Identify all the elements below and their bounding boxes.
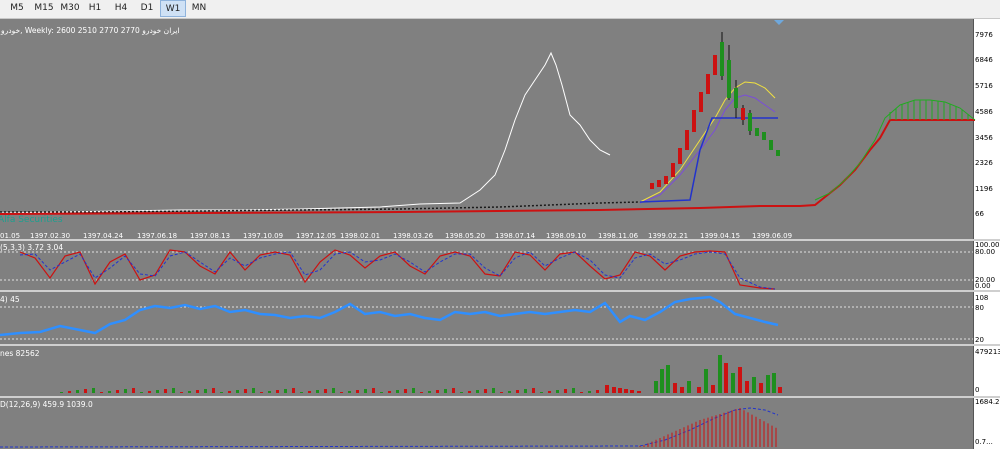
volume-bar <box>244 389 247 393</box>
volume-bar <box>212 388 215 393</box>
volume-bar <box>332 388 335 393</box>
volume-bar <box>612 387 616 393</box>
volume-bar <box>766 375 770 393</box>
bars-graphics <box>60 355 782 447</box>
volume-bar <box>100 392 103 393</box>
volume-bar <box>532 388 535 393</box>
volume-bar <box>172 388 175 393</box>
volume-bar <box>76 390 79 393</box>
volume-bar <box>580 392 583 393</box>
volume-bar <box>654 381 658 393</box>
volume-bar <box>340 392 343 393</box>
volume-bar <box>276 390 279 393</box>
volume-bar <box>300 392 303 393</box>
volume-bar <box>572 388 575 393</box>
volume-bar <box>745 381 749 393</box>
volume-bar <box>148 391 151 393</box>
volume-bar <box>540 392 543 393</box>
volume-bar <box>660 369 664 393</box>
volume-bar <box>60 392 63 393</box>
volume-bar <box>188 391 191 393</box>
volume-bar <box>738 367 742 393</box>
volume-bar <box>316 390 319 393</box>
volume-bar <box>204 389 207 393</box>
volume-bar <box>84 389 87 393</box>
volume-bar <box>220 392 223 393</box>
volume-bar <box>428 391 431 393</box>
volume-bar <box>268 391 271 393</box>
volume-bar <box>108 391 111 393</box>
volume-bar <box>292 388 295 393</box>
volume-bar <box>724 363 728 393</box>
volume-bar <box>156 390 159 393</box>
volume-bar <box>476 390 479 393</box>
volume-bar <box>252 388 255 393</box>
volume-bar <box>460 392 463 393</box>
volume-bar <box>420 392 423 393</box>
volume-bar <box>759 383 763 393</box>
volume-bar <box>444 389 447 393</box>
volume-bar <box>618 388 622 393</box>
volume-bar <box>164 389 167 393</box>
volume-bar <box>711 385 715 393</box>
volume-bar <box>132 388 135 393</box>
volume-bar <box>500 392 503 393</box>
volume-bar <box>492 388 495 393</box>
volume-bar <box>348 391 351 393</box>
volume-bar <box>364 389 367 393</box>
volume-bar <box>637 391 641 393</box>
volume-bar <box>673 383 677 393</box>
volume-bar <box>484 389 487 393</box>
volume-bar <box>124 389 127 393</box>
volume-bar <box>180 392 183 393</box>
volume-bar <box>260 392 263 393</box>
volume-bar <box>68 391 71 393</box>
volume-bar <box>666 365 670 393</box>
volume-bar <box>772 373 776 393</box>
volume-bar <box>508 391 511 393</box>
volume-bar <box>324 389 327 393</box>
volume-bar <box>412 388 415 393</box>
volume-bar <box>697 387 701 393</box>
volume-bar <box>196 390 199 393</box>
volume-bar <box>548 391 551 393</box>
volume-bar <box>372 388 375 393</box>
volume-bar <box>396 390 399 393</box>
volume-bar <box>452 388 455 393</box>
volume-bar <box>356 390 359 393</box>
volume-bar <box>778 387 782 393</box>
volume-bar <box>236 390 239 393</box>
volume-bar <box>436 390 439 393</box>
volume-bar <box>524 389 527 393</box>
volume-bar <box>731 373 735 393</box>
volume-bar <box>468 391 471 393</box>
volume-bar <box>596 390 599 393</box>
volume-bar <box>228 391 231 393</box>
volume-bar <box>380 392 383 393</box>
volume-bar <box>92 388 95 393</box>
volume-bar <box>116 390 119 393</box>
volume-bar <box>630 390 634 393</box>
volume-bar <box>687 381 691 393</box>
volume-bar <box>704 369 708 393</box>
volume-bar <box>564 389 567 393</box>
volume-bar <box>624 389 628 393</box>
volume-bar <box>556 390 559 393</box>
volume-bar <box>752 377 756 393</box>
volume-bar <box>308 391 311 393</box>
volume-bar <box>388 391 391 393</box>
volume-bar <box>605 385 609 393</box>
volume-bar <box>718 355 722 393</box>
volume-bar <box>588 391 591 393</box>
volume-bar <box>140 392 143 393</box>
volume-bar <box>284 389 287 393</box>
volume-bar <box>404 389 407 393</box>
volume-bar <box>680 387 684 393</box>
volume-bar <box>516 390 519 393</box>
